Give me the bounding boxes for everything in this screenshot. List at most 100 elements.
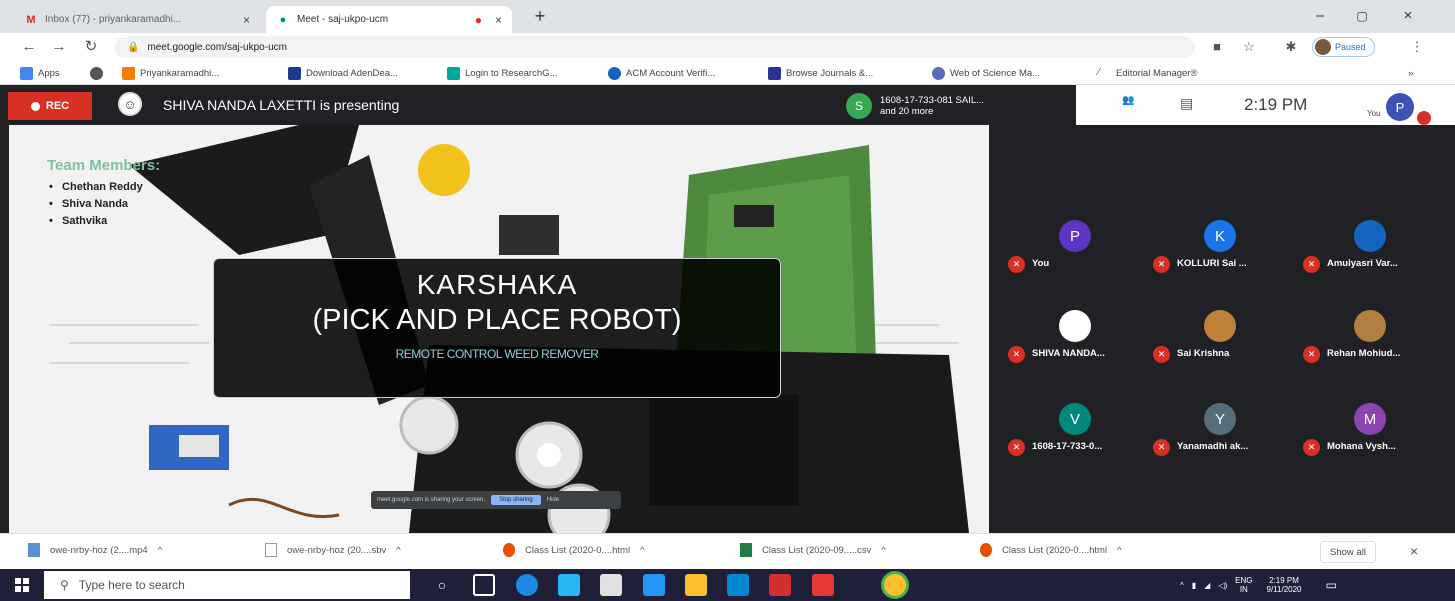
bookmark-journals[interactable]: Browse Journals &...	[768, 64, 873, 82]
network-icon[interactable]: ◢	[1204, 581, 1210, 590]
close-tab-icon[interactable]: ×	[495, 13, 502, 27]
chevron-up-icon[interactable]: ^	[640, 545, 644, 556]
participant-tile[interactable]: ✕ Amulyasri Var...	[1295, 220, 1445, 290]
avatar: V	[1059, 403, 1091, 435]
chevron-up-icon[interactable]: ^	[1117, 545, 1121, 556]
participant-tile[interactable]: ✕ Sai Krishna	[1145, 310, 1295, 380]
participant-tile[interactable]: ✕ SHIVA NANDA...	[1000, 310, 1150, 380]
bookmark-researchgate[interactable]: Login to ResearchG...	[447, 64, 557, 82]
stop-sharing-button[interactable]: Stop sharing	[491, 495, 541, 505]
tab-title: Meet - saj-ukpo-ucm	[297, 14, 389, 25]
member-item: • Shiva Nanda	[49, 198, 129, 210]
volume-icon[interactable]: ◁)	[1218, 581, 1227, 590]
participant-name: Yanamadhi ak...	[1177, 441, 1249, 452]
tab-meet[interactable]: ● Meet - saj-ukpo-ucm ● ×	[266, 6, 512, 33]
hide-button[interactable]: Hide	[547, 497, 559, 503]
mic-muted-icon: ✕	[1153, 439, 1170, 456]
download-item[interactable]: Class List (2020-09.....csv ^	[740, 543, 886, 557]
participant-tile[interactable]: V ✕ 1608-17-733-0...	[1000, 403, 1150, 473]
site-icon	[932, 66, 945, 80]
video-file-icon	[28, 543, 40, 557]
download-item[interactable]: Class List (2020-0....html ^	[503, 543, 645, 557]
bookmarks-overflow-icon[interactable]: »	[1408, 64, 1413, 82]
participants-chip[interactable]: S 1608-17-733-081 SAIL... and 20 more	[846, 93, 984, 119]
cortana-icon[interactable]: ○	[431, 574, 453, 596]
app-icon[interactable]	[727, 574, 749, 596]
maximize-icon[interactable]: ▢	[1342, 4, 1382, 28]
avatar	[1354, 220, 1386, 252]
bookmark-acm[interactable]: ACM Account Verifi...	[608, 64, 715, 82]
avatar: S	[846, 93, 872, 119]
download-item[interactable]: owe-nrby-hoz (20....sbv ^	[265, 543, 401, 557]
chevron-up-icon[interactable]: ^	[396, 545, 400, 556]
mic-muted-icon: ✕	[1303, 439, 1320, 456]
notifications-icon[interactable]: ▭	[1326, 578, 1337, 592]
download-item[interactable]: owe-nrby-hoz (2....mp4 ^	[28, 543, 162, 557]
address-bar[interactable]: 🔒 meet.google.com/saj-ukpo-ucm	[115, 36, 1195, 58]
participant-name: Amulyasri Var...	[1327, 258, 1398, 269]
task-view-icon[interactable]	[473, 574, 495, 596]
app-icon[interactable]	[769, 574, 791, 596]
tab-title: Inbox (77) - priyankaramadhi...	[45, 14, 182, 25]
new-tab-icon[interactable]: +	[520, 4, 560, 28]
participant-name: Mohana Vysh...	[1327, 441, 1396, 452]
bookmark-wos[interactable]: Web of Science Ma...	[932, 64, 1040, 82]
team-members-heading: Team Members:	[47, 157, 161, 174]
participant-tile[interactable]: ✕ Rehan Mohiud...	[1295, 310, 1445, 380]
taskbar-search[interactable]: ⚲ Type here to search	[44, 571, 410, 599]
chat-icon[interactable]: ▤	[1180, 95, 1193, 112]
chrome-icon[interactable]	[884, 574, 906, 596]
avatar: K	[1204, 220, 1236, 252]
mail-icon[interactable]	[558, 574, 580, 596]
avatar: Y	[1204, 403, 1236, 435]
site-icon	[768, 66, 781, 80]
bookmark-editorial[interactable]: ⁄ Editorial Manager®	[1098, 64, 1197, 82]
globe-icon	[90, 66, 103, 80]
battery-icon[interactable]: ▮	[1192, 581, 1196, 590]
bookmark-globe[interactable]	[90, 64, 103, 82]
menu-icon[interactable]: ⋮	[1406, 36, 1428, 58]
chevron-up-icon[interactable]: ^	[1180, 581, 1184, 590]
close-window-icon[interactable]: ×	[1388, 4, 1428, 28]
participant-tile[interactable]: Y ✕ Yanamadhi ak...	[1145, 403, 1295, 473]
file-explorer-icon[interactable]	[685, 574, 707, 596]
profile-button[interactable]: Paused	[1312, 37, 1375, 57]
close-downloads-icon[interactable]: ×	[1410, 543, 1418, 559]
chevron-up-icon[interactable]: ^	[881, 545, 885, 556]
bookmark-priyanka[interactable]: Priyankaramadhi...	[122, 64, 219, 82]
edge-icon[interactable]	[516, 574, 538, 596]
camera-icon[interactable]: ■	[1206, 36, 1228, 58]
slide-title-box: KARSHAKA (PICK AND PLACE ROBOT) REMOTE C…	[213, 258, 781, 398]
participants-icon[interactable]: 👥	[1122, 95, 1134, 106]
bookmark-star-icon[interactable]: ☆	[1238, 36, 1260, 58]
forward-icon[interactable]: →	[48, 36, 70, 58]
mic-muted-icon: ✕	[1153, 256, 1170, 273]
minimize-icon[interactable]: –	[1300, 4, 1340, 28]
participant-tile[interactable]: K ✕ KOLLURI Sai ...	[1145, 220, 1295, 290]
download-item[interactable]: Class List (2020-0....html ^	[980, 543, 1122, 557]
reload-icon[interactable]: ↻	[80, 36, 102, 58]
app-icon[interactable]	[812, 574, 834, 596]
tab-gmail[interactable]: M Inbox (77) - priyankaramadhi... ×	[14, 6, 260, 33]
bookmark-apps[interactable]: Apps	[20, 64, 60, 82]
meet-top-bar: REC ☺ SHIVA NANDA LAXETTI is presenting …	[0, 85, 1076, 125]
extensions-icon[interactable]: ✱	[1280, 36, 1302, 58]
bookmark-download[interactable]: Download AdenDea...	[288, 64, 398, 82]
close-tab-icon[interactable]: ×	[243, 13, 250, 27]
participant-tile[interactable]: P ✕ You	[1000, 220, 1150, 290]
search-placeholder: Type here to search	[78, 578, 185, 592]
recording-badge[interactable]: REC	[8, 92, 92, 120]
taskbar-clock[interactable]: 2:19 PM 9/11/2020	[1267, 576, 1302, 594]
chevron-up-icon[interactable]: ^	[158, 545, 162, 556]
back-icon[interactable]: ←	[18, 36, 40, 58]
language-indicator[interactable]: ENG IN	[1235, 576, 1252, 594]
self-avatar[interactable]: P	[1386, 93, 1414, 121]
start-button[interactable]	[0, 569, 44, 601]
show-all-button[interactable]: Show all	[1320, 541, 1376, 563]
participant-tile[interactable]: M ✕ Mohana Vysh...	[1295, 403, 1445, 473]
member-item: • Chethan Reddy	[49, 181, 143, 193]
store-icon[interactable]	[600, 574, 622, 596]
chrome-file-icon	[980, 543, 992, 557]
presenting-label: SHIVA NANDA LAXETTI is presenting	[163, 97, 400, 113]
app-icon[interactable]	[643, 574, 665, 596]
